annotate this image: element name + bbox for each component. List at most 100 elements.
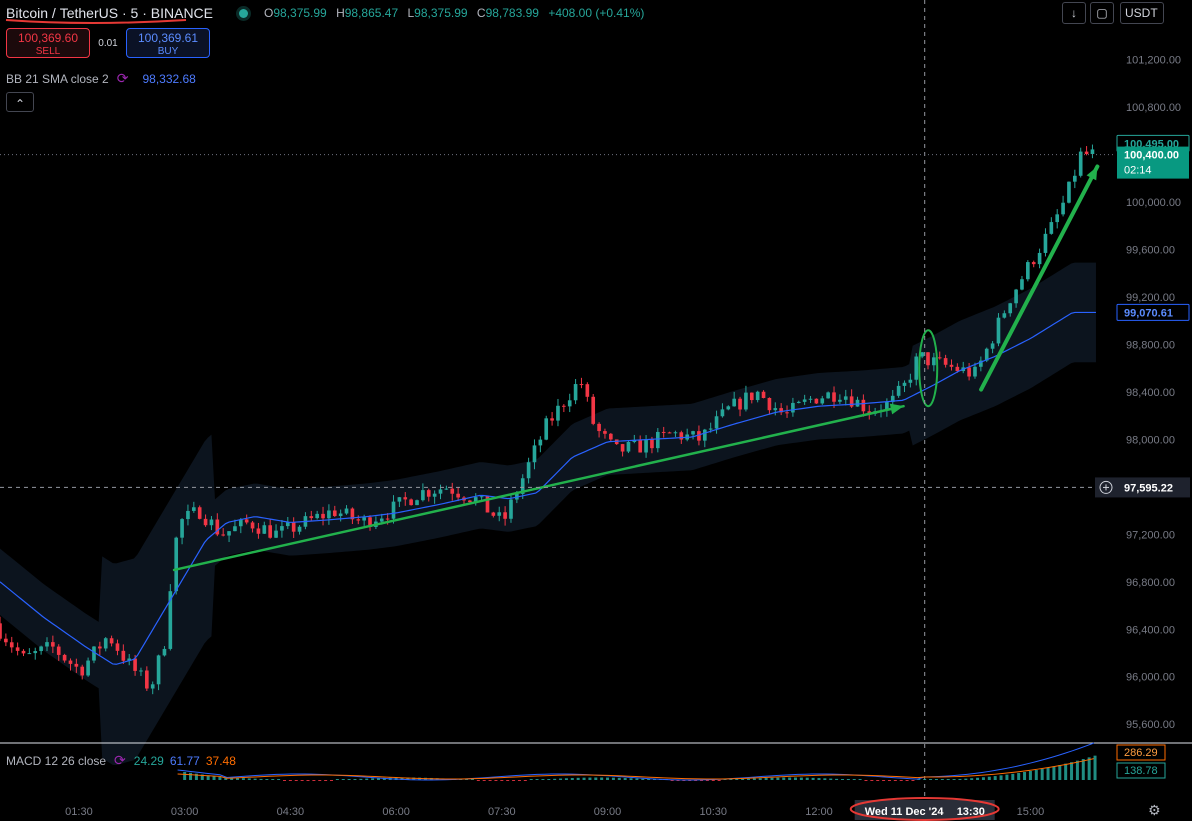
candle-body (861, 399, 866, 412)
candle-body (761, 391, 766, 398)
macd-signal-value: 37.48 (205, 753, 236, 768)
candle-body (397, 497, 402, 502)
candle-body (509, 499, 513, 519)
candle-body (673, 432, 678, 434)
candle-body (379, 518, 384, 522)
macd-histogram-bar (512, 780, 516, 781)
candle-body (150, 684, 155, 689)
open-value: 98,375.99 (273, 6, 327, 20)
candle-body (603, 431, 607, 434)
candle-body (726, 406, 731, 410)
candle-body (327, 510, 331, 519)
macd-histogram-bar (987, 776, 991, 780)
symbol-base[interactable]: Bitcoin (6, 5, 48, 21)
candle-body (103, 638, 108, 649)
candle-body (1084, 151, 1089, 155)
interval[interactable]: 5 (131, 5, 139, 21)
candle-body (650, 439, 654, 449)
macd-hist-value: 24.29 (133, 753, 164, 768)
macd-histogram-bar (735, 779, 739, 780)
candle-body (98, 646, 102, 649)
candle-body (1031, 262, 1036, 265)
countdown-label: 02:14 (1124, 165, 1152, 177)
macd-histogram-bar (576, 777, 580, 780)
candle-body (749, 392, 754, 401)
candle-body (80, 666, 85, 676)
y-tick-label: 101,200.00 (1126, 55, 1181, 67)
sell-button[interactable]: 100,369.60 SELL (6, 28, 90, 58)
change-value: +408.00 (+0.41%) (548, 6, 645, 20)
macd-histogram-bar (793, 777, 797, 780)
candle-body (1020, 279, 1024, 290)
candle-body (1008, 303, 1013, 314)
y-tick-label: 98,800.00 (1126, 339, 1175, 351)
macd-histogram-bar (929, 779, 933, 780)
macd-histogram-bar (1064, 763, 1068, 780)
macd-legend[interactable]: MACD 12 26 close ⟳ 24.29 61.77 37.48 (6, 752, 236, 769)
candle-body (638, 439, 643, 453)
candle-body (562, 405, 566, 407)
macd-histogram-bar (283, 780, 287, 781)
candle-body (1014, 289, 1018, 304)
macd-histogram-bar (747, 778, 751, 780)
macd-histogram-bar (312, 780, 316, 781)
macd-histogram-bar (858, 779, 862, 780)
macd-line (177, 742, 1095, 781)
candle-body (115, 643, 120, 651)
buy-button[interactable]: 100,369.61 BUY (126, 28, 210, 58)
macd-histogram-bar (183, 772, 187, 780)
candle-body (796, 401, 801, 403)
macd-histogram-bar (876, 780, 880, 781)
macd-histogram-bar (882, 780, 886, 781)
symbol-quote[interactable]: TetherUS (60, 5, 118, 21)
macd-histogram-bar (758, 778, 762, 780)
macd-histogram-bar (752, 778, 756, 780)
x-tick-label: 01:30 (65, 806, 93, 818)
macd-histogram-bar (952, 779, 956, 780)
candle-body (1090, 149, 1095, 155)
candle-body (1049, 222, 1054, 234)
candle-body (1055, 214, 1060, 223)
currency-select[interactable]: USDT (1120, 2, 1164, 24)
macd-histogram-bar (318, 780, 322, 781)
macd-name: MACD 12 26 close (6, 753, 107, 768)
macd-histogram-bar (259, 778, 263, 780)
macd-histogram-bar (711, 780, 715, 781)
macd-histogram-bar (1075, 760, 1079, 780)
macd-histogram-bar (741, 779, 745, 780)
candle-body (767, 397, 772, 411)
y-tick-label: 97,200.00 (1126, 529, 1175, 541)
macd-histogram-bar (476, 780, 480, 781)
candle-body (1061, 202, 1065, 215)
x-tick-label: 09:00 (594, 806, 622, 818)
candle-body (573, 384, 578, 401)
gear-icon[interactable]: ⚙ (1148, 802, 1161, 819)
candle-body (732, 398, 736, 407)
candlestick-chart[interactable]: 286.29 138.78 101,200.00 100,800.00 100,400… (0, 0, 1192, 821)
exchange[interactable]: BINANCE (151, 5, 213, 21)
collapse-legend-button[interactable]: ⌃ (6, 92, 34, 112)
macd-histogram-bar (846, 779, 850, 780)
fullscreen-button[interactable]: ▢ (1090, 2, 1114, 24)
macd-histogram-bar (940, 779, 944, 780)
bollinger-band-area (0, 262, 1096, 766)
macd-histogram-bar (365, 778, 369, 780)
bb-legend[interactable]: BB 21 SMA close 2 ⟳ 98,332.68 (6, 70, 196, 87)
candle-body (1026, 262, 1030, 280)
candle-body (33, 651, 38, 654)
candle-body (826, 392, 830, 399)
candle-body (209, 519, 214, 526)
macd-histogram-bar (764, 777, 768, 780)
candle-body (720, 409, 725, 417)
y-tick-label: 98,400.00 (1126, 387, 1175, 399)
cycle-icon: ⟳ (116, 70, 129, 86)
macd-histogram-bar (623, 778, 627, 780)
download-button[interactable]: ↓ (1062, 2, 1086, 24)
candle-body (814, 398, 819, 404)
candle-body (409, 499, 413, 506)
macd-histogram-bar (1017, 772, 1021, 780)
macd-histogram-bar (547, 779, 551, 780)
candle-body (285, 522, 290, 527)
candle-body (626, 441, 631, 452)
macd-histogram-bar (1052, 766, 1056, 780)
